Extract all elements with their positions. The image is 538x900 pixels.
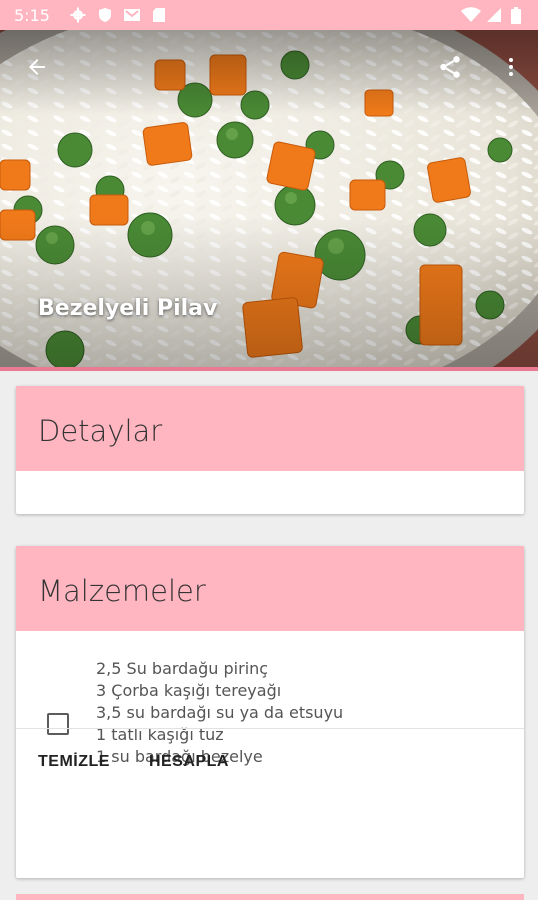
status-bar: 5:15 (0, 0, 538, 30)
ingredient-line: 2,5 Su bardağu pirinç (96, 659, 269, 678)
gmail-icon (124, 9, 140, 21)
ingredients-card-header: Malzemeler (16, 546, 524, 631)
details-card-header: Detaylar (16, 386, 524, 471)
signal-icon (487, 8, 501, 22)
ingredients-title: Malzemeler (38, 574, 206, 608)
calculate-button[interactable]: HESAPLA (149, 753, 229, 771)
details-title: Detaylar (38, 414, 163, 448)
arrow-left-icon (29, 59, 45, 75)
shield-icon (99, 8, 111, 22)
next-card-peek (16, 894, 524, 900)
back-button[interactable] (17, 47, 57, 87)
share-button[interactable] (430, 47, 470, 87)
sd-card-icon (153, 8, 165, 22)
gear-icon (70, 7, 86, 23)
clear-button[interactable]: TEMİZLE (38, 753, 110, 771)
more-vert-icon (509, 58, 513, 76)
wifi-icon (461, 7, 481, 22)
ingredients-card: Malzemeler 2,5 Su bardağu pirinç 3 Çorba… (16, 546, 524, 878)
status-time: 5:15 (14, 6, 50, 25)
details-card: Detaylar (16, 386, 524, 514)
ingredient-line: 3,5 su bardağı su ya da etsuyu (96, 703, 344, 722)
ingredient-line: 3 Çorba kaşığı tereyağı (96, 681, 282, 700)
battery-icon (511, 7, 521, 24)
overflow-menu-button[interactable] (491, 47, 531, 87)
card-actions: TEMİZLE HESAPLA (16, 728, 524, 793)
recipe-hero-image: Bezelyeli Pilav (0, 30, 538, 368)
header-divider (0, 367, 538, 371)
recipe-title: Bezelyeli Pilav (38, 296, 218, 321)
share-icon (440, 56, 460, 78)
